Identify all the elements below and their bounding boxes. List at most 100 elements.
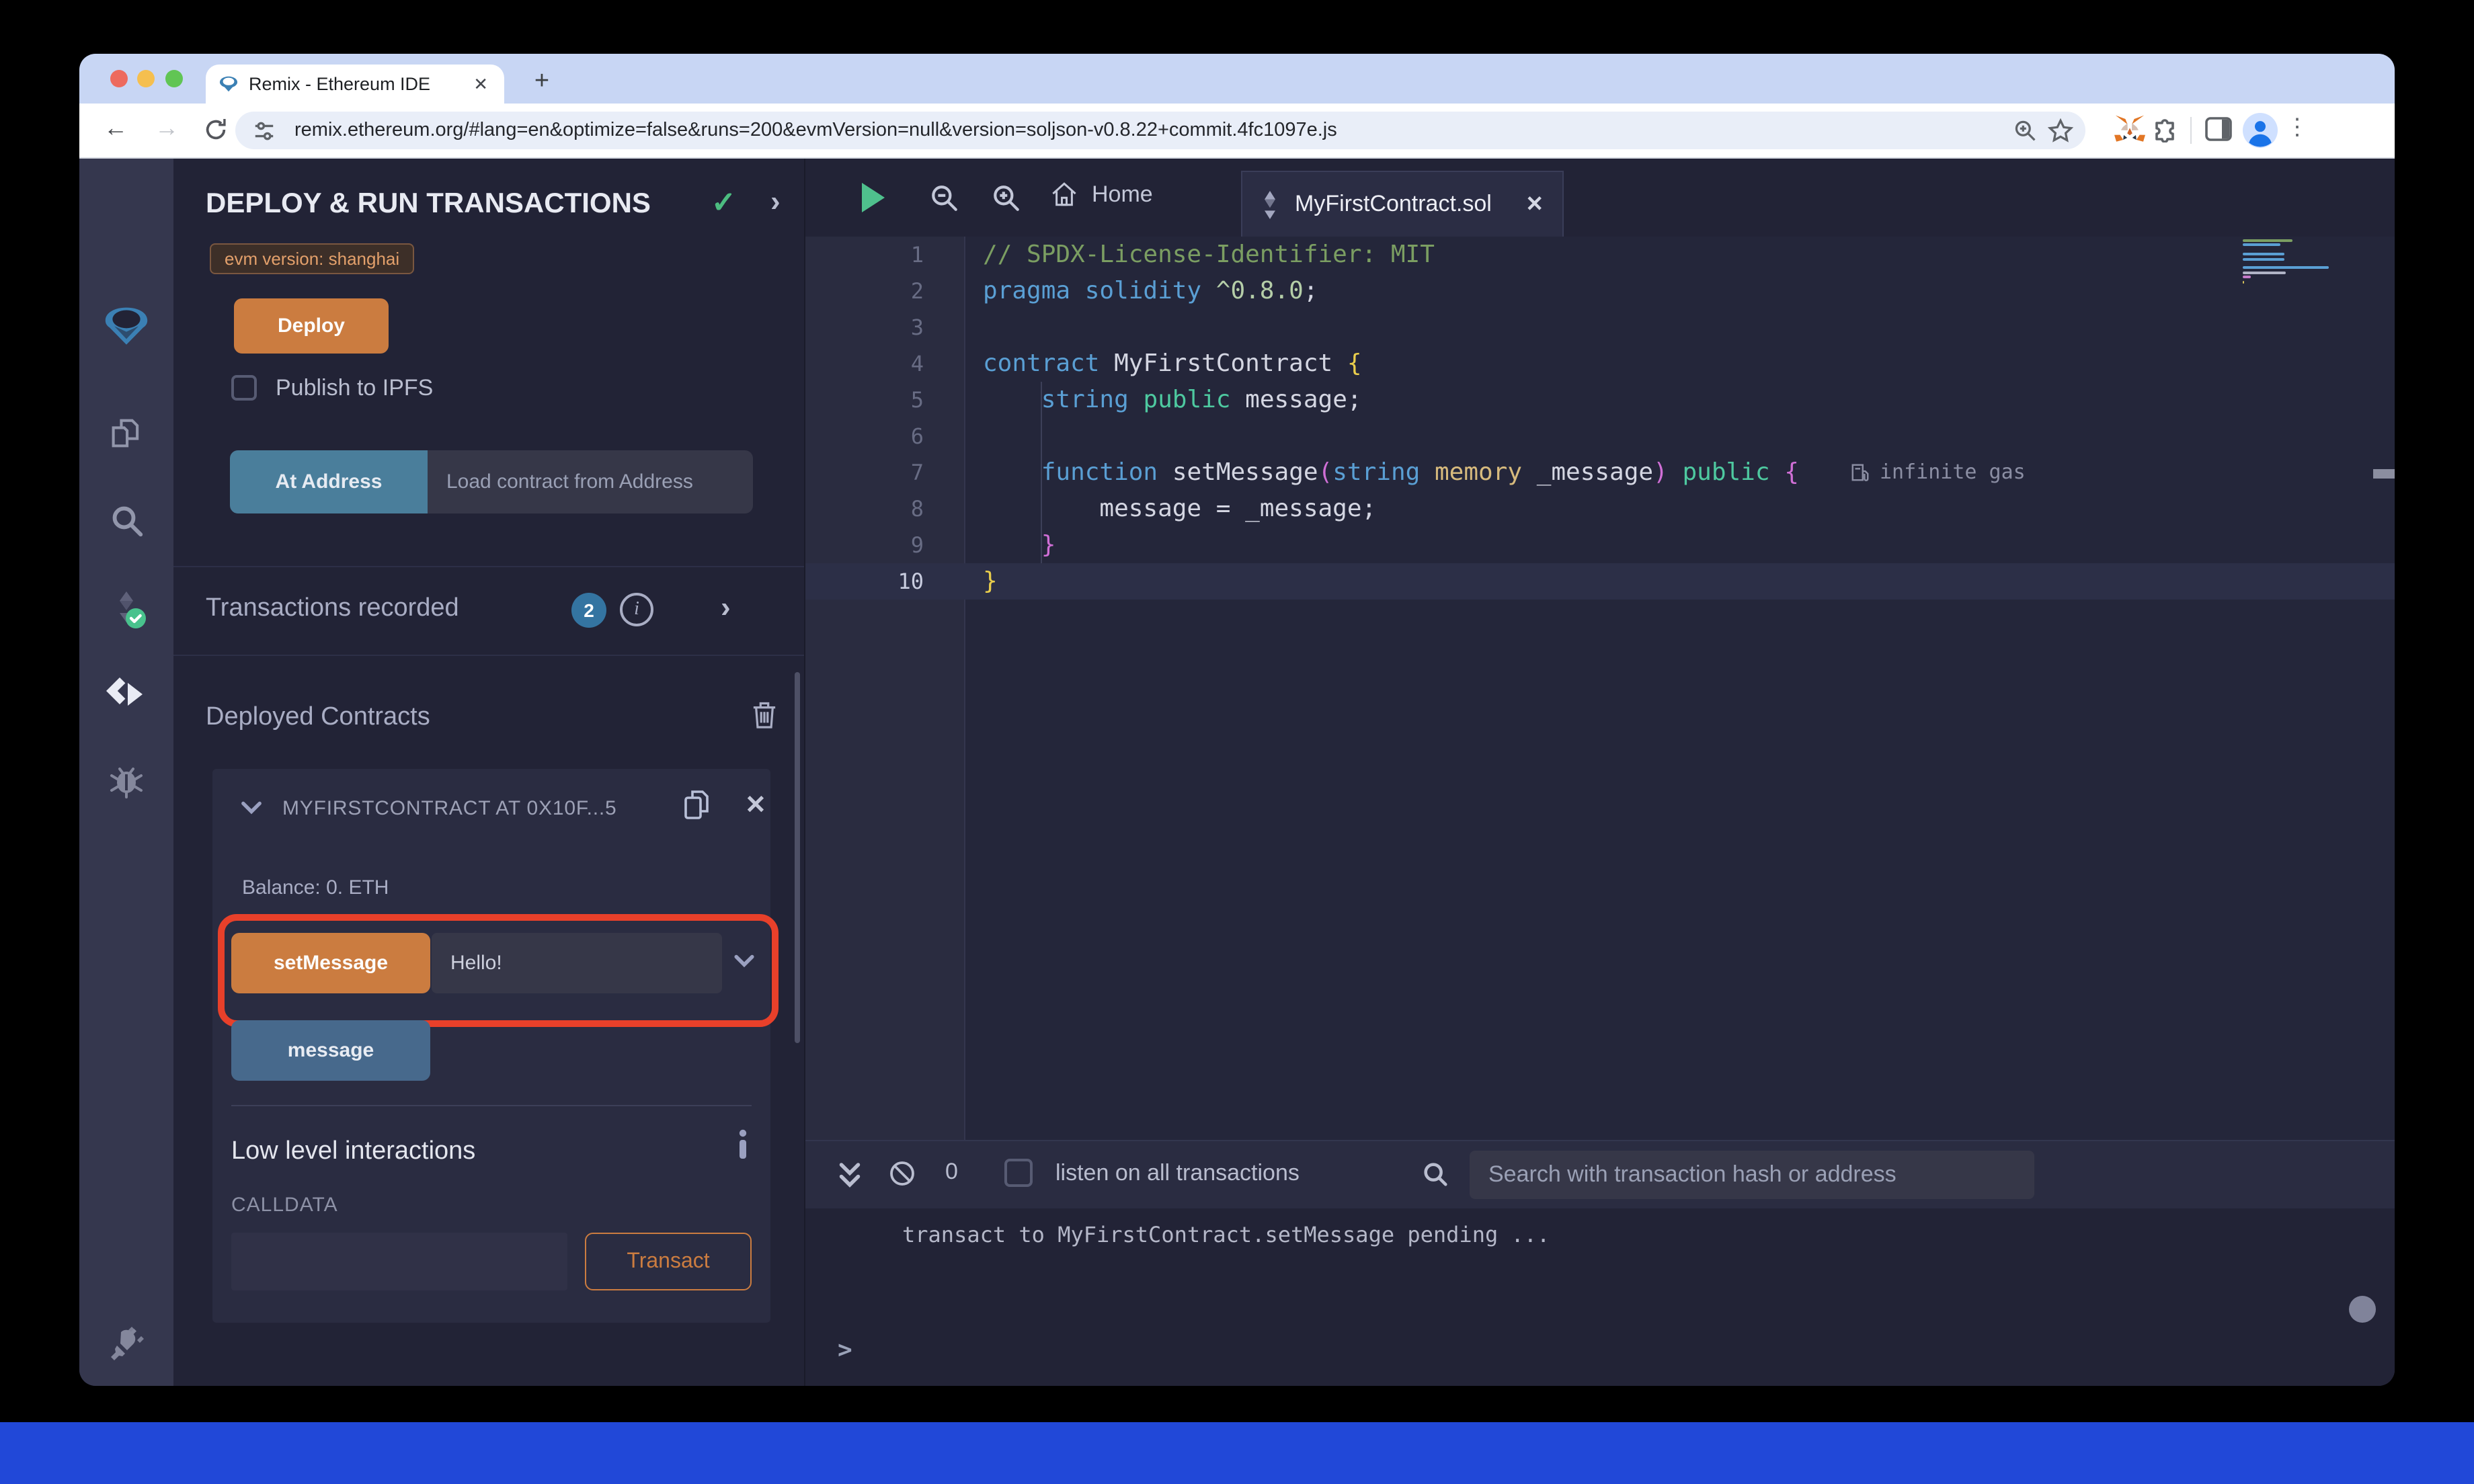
- at-address-button[interactable]: At Address: [230, 450, 428, 513]
- solidity-compiler-icon[interactable]: [79, 586, 173, 632]
- expand-args-chevron-icon[interactable]: [734, 954, 754, 968]
- remove-contract-icon[interactable]: ✕: [745, 790, 766, 821]
- file-tab-close-icon[interactable]: ✕: [1525, 191, 1544, 218]
- editor-scrollbar-thumb[interactable]: [2373, 469, 2395, 479]
- panel-title: DEPLOY & RUN TRANSACTIONS: [206, 188, 651, 219]
- panel-collapse-chevron-icon[interactable]: ›: [770, 184, 781, 219]
- search-icon[interactable]: [79, 503, 173, 539]
- low-level-title: Low level interactions: [231, 1137, 476, 1165]
- macos-minimize-button[interactable]: [137, 70, 155, 87]
- copy-address-icon[interactable]: [683, 788, 713, 821]
- metamask-extension-icon[interactable]: [2114, 114, 2146, 144]
- side-panel-icon[interactable]: [2205, 117, 2232, 141]
- line-number: 1: [910, 242, 924, 267]
- file-tab-label: MyFirstContract.sol: [1295, 191, 1492, 216]
- profile-avatar[interactable]: [2243, 113, 2278, 148]
- message-getter-button[interactable]: message: [231, 1020, 430, 1081]
- pending-tx-count: 0: [945, 1159, 958, 1184]
- macos-zoom-button[interactable]: [165, 70, 183, 87]
- transact-button[interactable]: Transact: [585, 1233, 752, 1290]
- transactions-info-icon[interactable]: i: [620, 593, 653, 626]
- transactions-recorded-label: Transactions recorded: [206, 594, 459, 622]
- tab-myfirstcontract[interactable]: MyFirstContract.sol ✕: [1241, 171, 1564, 237]
- terminal-search-input[interactable]: [1470, 1151, 2034, 1199]
- transactions-count-badge: 2: [571, 593, 606, 628]
- at-address-input[interactable]: [428, 450, 753, 513]
- code-line-2[interactable]: 2 pragma solidity ^0.8.0;: [805, 273, 2395, 309]
- run-script-play-icon[interactable]: [862, 183, 885, 212]
- line-number: 10: [897, 569, 924, 594]
- code-line-6[interactable]: 6: [805, 418, 2395, 454]
- publish-ipfs-checkbox[interactable]: [231, 375, 257, 401]
- remix-logo-icon[interactable]: [79, 304, 173, 347]
- icon-sidebar: ⚙: [79, 159, 173, 1386]
- terminal: 0 listen on all transactions transact to…: [805, 1140, 2395, 1386]
- trash-icon[interactable]: [752, 700, 777, 730]
- transactions-recorded-row[interactable]: Transactions recorded 2 i ›: [173, 566, 804, 656]
- line-number: 9: [910, 532, 924, 558]
- zoom-page-icon[interactable]: [2007, 118, 2042, 142]
- remix-app: ⚙ DEPLOY & RUN TRANSACTIONS ✓ › evm vers…: [79, 159, 2395, 1386]
- code-text: }: [983, 567, 998, 595]
- new-tab-button[interactable]: +: [523, 63, 561, 101]
- panel-scrollbar[interactable]: [795, 672, 800, 1043]
- code-line-5[interactable]: 5 string public message;: [805, 382, 2395, 418]
- editor-minimap[interactable]: [2243, 239, 2334, 285]
- terminal-log-line[interactable]: transact to MyFirstContract.setMessage p…: [902, 1222, 1550, 1247]
- calldata-input[interactable]: [231, 1233, 567, 1290]
- line-number: 6: [910, 423, 924, 449]
- bookmark-star-icon[interactable]: [2042, 118, 2077, 143]
- compile-check-icon: ✓: [711, 186, 736, 219]
- code-line-1[interactable]: 1 // SPDX-License-Identifier: MIT: [805, 237, 2395, 273]
- tab-close-icon[interactable]: ✕: [471, 73, 491, 95]
- zoom-in-icon[interactable]: [991, 183, 1022, 214]
- contract-balance: Balance: 0. ETH: [242, 876, 389, 899]
- address-bar[interactable]: remix.ethereum.org/#lang=en&optimize=fal…: [235, 112, 2085, 149]
- macos-close-button[interactable]: [110, 70, 128, 87]
- card-divider: [231, 1105, 752, 1106]
- code-line-7[interactable]: 7 function setMessage(string memory _mes…: [805, 454, 2395, 491]
- code-line-3[interactable]: 3: [805, 309, 2395, 345]
- file-explorer-icon[interactable]: [79, 414, 173, 452]
- terminal-prompt[interactable]: >: [838, 1336, 852, 1364]
- extensions-puzzle-icon[interactable]: [2151, 116, 2178, 142]
- forward-icon[interactable]: →: [155, 114, 179, 142]
- browser-toolbar: ← → remix.ethereum.org/#lang=en&optimize…: [79, 104, 2395, 159]
- plugin-manager-plug-icon[interactable]: [79, 1325, 173, 1363]
- browser-tab[interactable]: Remix - Ethereum IDE ✕: [206, 65, 504, 104]
- line-number: 5: [910, 387, 924, 413]
- code-line-4[interactable]: 4 contract MyFirstContract {: [805, 345, 2395, 382]
- deploy-and-run-icon[interactable]: [79, 676, 173, 714]
- remix-favicon-icon: [219, 75, 238, 93]
- code-text: // SPDX-License-Identifier: MIT: [983, 241, 1435, 269]
- code-line-10[interactable]: 10}: [805, 563, 2395, 600]
- zoom-out-icon[interactable]: [929, 183, 960, 214]
- deployed-contract-card: MYFIRSTCONTRACT AT 0X10F...5 ✕ Balance: …: [212, 769, 779, 1323]
- transactions-expand-chevron-icon[interactable]: ›: [721, 590, 731, 625]
- site-settings-tune-icon[interactable]: [246, 119, 281, 142]
- contract-title[interactable]: MYFIRSTCONTRACT AT 0X10F...5: [282, 797, 617, 820]
- line-number: 7: [910, 460, 924, 485]
- code-editor[interactable]: 1 // SPDX-License-Identifier: MIT 2 pragma …: [805, 237, 2395, 1140]
- tab-home[interactable]: Home: [1050, 180, 1153, 208]
- contract-collapse-chevron-icon[interactable]: [241, 801, 262, 815]
- deploy-button[interactable]: Deploy: [234, 298, 389, 354]
- browser-tabstrip: Remix - Ethereum IDE ✕ +: [79, 54, 2395, 104]
- url-text[interactable]: remix.ethereum.org/#lang=en&optimize=fal…: [294, 120, 2007, 141]
- browser-menu-icon[interactable]: ⋮: [2286, 114, 2309, 141]
- line-number: 4: [910, 351, 924, 376]
- debugger-bug-icon[interactable]: [79, 764, 173, 798]
- listen-transactions-checkbox[interactable]: [1004, 1159, 1033, 1187]
- back-icon[interactable]: ←: [104, 114, 128, 142]
- code-line-9[interactable]: 9 }: [805, 527, 2395, 563]
- collapse-terminal-icon[interactable]: [838, 1161, 862, 1188]
- low-level-info-icon[interactable]: [737, 1129, 749, 1159]
- terminal-scroll-handle[interactable]: [2349, 1296, 2376, 1323]
- clear-console-ban-icon[interactable]: [889, 1160, 916, 1187]
- set-message-button[interactable]: setMessage: [231, 933, 430, 993]
- line-number: 2: [910, 278, 924, 304]
- code-line-8[interactable]: 8 message = _message;: [805, 491, 2395, 527]
- reload-icon[interactable]: [203, 117, 229, 142]
- set-message-input[interactable]: [432, 933, 722, 993]
- code-text: }: [1041, 531, 1056, 559]
